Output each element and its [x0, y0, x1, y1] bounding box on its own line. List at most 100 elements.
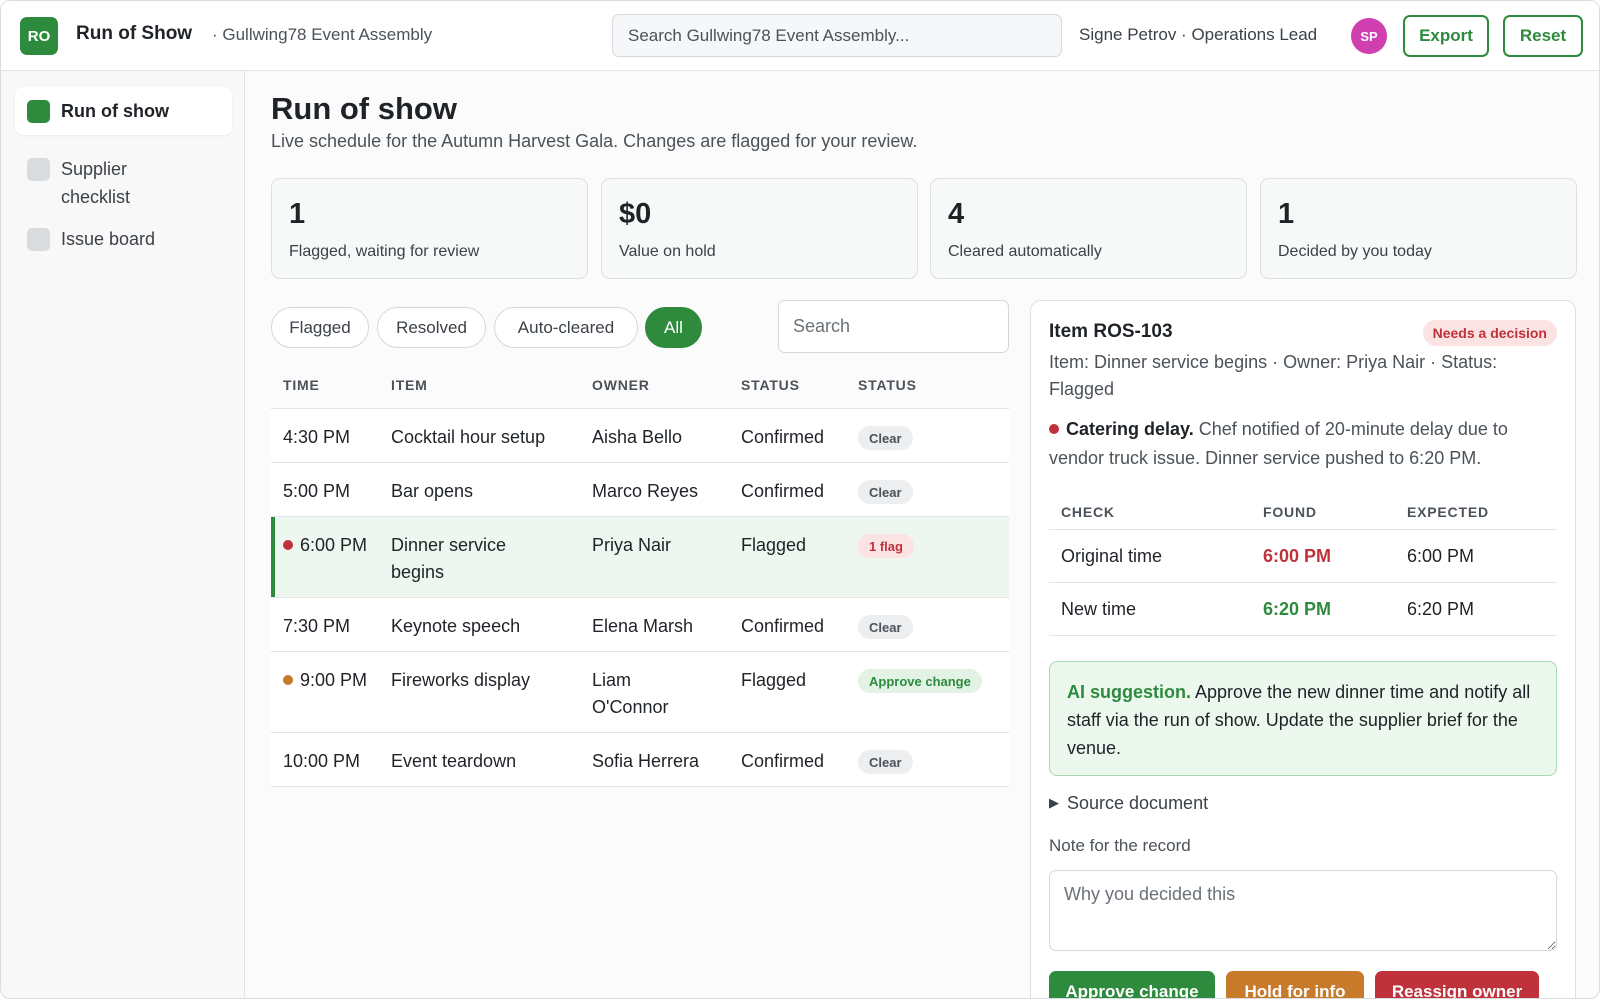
row-status: Flagged [741, 535, 807, 555]
reset-button[interactable]: Reset [1503, 15, 1583, 57]
source-document-label: Source document [1067, 793, 1209, 813]
filter-auto-cleared[interactable]: Auto-cleared [494, 307, 638, 348]
table-row[interactable]: 5:00 PM Bar opens Marco Reyes Confirmed … [271, 463, 1009, 517]
stat-card-cleared: 4 Cleared automatically [930, 178, 1247, 279]
filter-resolved[interactable]: Resolved [377, 307, 486, 348]
ai-suggestion-title: AI suggestion. [1067, 682, 1192, 702]
nav-square-icon [27, 100, 50, 123]
status-badge: 1 flag [858, 534, 914, 558]
column-header: OWNER [592, 377, 650, 393]
app-logo: RO [20, 17, 58, 55]
row-status: Confirmed [741, 481, 825, 501]
row-item: Fireworks display [391, 670, 531, 690]
row-owner: Priya Nair [592, 535, 672, 555]
row-status: Confirmed [741, 751, 825, 771]
app-window: RO Run of Show · Gullwing78 Event Assemb… [0, 0, 1600, 999]
stat-card-flagged: 1 Flagged, waiting for review [271, 178, 588, 279]
issue-note: Catering delay. Chef notified of 20-minu… [1049, 415, 1561, 473]
row-item: Keynote speech [391, 616, 521, 636]
nav-square-icon [27, 158, 50, 181]
row-owner: Sofia Herrera [592, 751, 700, 771]
sidebar-item-run-of-show[interactable]: Run of show [15, 87, 232, 135]
column-header: CHECK [1061, 504, 1115, 520]
decision-badge: Needs a decision [1422, 320, 1557, 346]
row-time: 7:30 PM [283, 616, 351, 636]
stat-value: 1 [289, 198, 306, 230]
check-expected: 6:20 PM [1407, 599, 1475, 619]
stat-label: Cleared automatically [948, 243, 1102, 260]
page-subtitle: Live schedule for the Autumn Harvest Gal… [271, 131, 918, 151]
row-item: Event teardown [391, 751, 517, 771]
caret-right-icon: ▶ [1049, 795, 1059, 810]
sidebar-item-label: Run of show [61, 101, 169, 121]
row-owner: Marco Reyes [592, 481, 699, 501]
page-title: Run of show [271, 91, 457, 126]
sidebar-item-label: Issue board [61, 229, 156, 249]
check-table: CHECK FOUND EXPECTED Original time 6:00 … [1049, 493, 1557, 636]
check-found: 6:00 PM [1263, 546, 1332, 566]
row-item: Dinner service begins [391, 535, 507, 582]
sidebar-item-issue-board[interactable]: Issue board [15, 215, 232, 263]
table-header: TIME ITEM OWNER STATUS STATUS [271, 364, 1009, 409]
filter-all[interactable]: All [645, 307, 702, 348]
hold-for-info-button[interactable]: Hold for info [1226, 971, 1364, 998]
issue-title: Catering delay. [1066, 419, 1194, 439]
source-document-toggle[interactable]: ▶ Source document [1049, 793, 1208, 814]
table-row[interactable]: 10:00 PM Event teardown Sofia Herrera Co… [271, 733, 1009, 787]
row-owner: Elena Marsh [592, 616, 694, 636]
note-label: Note for the record [1049, 836, 1191, 855]
column-header: STATUS [741, 377, 800, 393]
reassign-owner-button[interactable]: Reassign owner [1375, 971, 1539, 998]
column-header: EXPECTED [1407, 504, 1489, 520]
row-time-text: 9:00 PM [300, 670, 368, 690]
stat-label: Flagged, waiting for review [289, 243, 480, 260]
list-search-input[interactable] [778, 300, 1009, 353]
status-badge: Clear [858, 480, 913, 504]
flag-dot-icon [283, 540, 293, 550]
ai-suggestion: AI suggestion. Approve the new dinner ti… [1049, 661, 1557, 776]
stat-card-value-on-hold: $0 Value on hold [601, 178, 918, 279]
note-field[interactable] [1049, 870, 1557, 951]
row-item: Bar opens [391, 481, 474, 501]
user-name: Signe Petrov · Operations Lead [1079, 25, 1318, 44]
table-row[interactable]: 9:00 PM Fireworks display Liam O'Connor … [271, 652, 1009, 733]
check-row: Original time 6:00 PM 6:00 PM [1049, 530, 1557, 583]
status-badge: Clear [858, 750, 913, 774]
table-row-selected[interactable]: 6:00 PM Dinner service begins Priya Nair… [271, 517, 1009, 598]
sidebar-item-supplier-checklist[interactable]: Supplier checklist [15, 145, 232, 209]
detail-panel: Item ROS-103 Needs a decision Item: Dinn… [1030, 300, 1576, 998]
stat-value: 4 [948, 198, 965, 230]
top-bar: RO Run of Show · Gullwing78 Event Assemb… [1, 1, 1599, 71]
row-time: 4:30 PM [283, 427, 351, 447]
avatar[interactable]: SP [1351, 18, 1387, 54]
row-item: Cocktail hour setup [391, 427, 546, 447]
detail-meta: Item: Dinner service begins · Owner: Pri… [1049, 352, 1498, 399]
filter-flagged[interactable]: Flagged [271, 307, 369, 348]
alert-dot-icon [1049, 424, 1059, 434]
run-of-show-table: TIME ITEM OWNER STATUS STATUS 4:30 PM Co… [271, 364, 1009, 787]
column-header: ITEM [391, 377, 428, 393]
check-expected: 6:00 PM [1407, 546, 1475, 566]
global-search-input[interactable] [612, 14, 1062, 57]
column-header: TIME [283, 377, 320, 393]
stat-value: $0 [619, 198, 652, 230]
status-badge: Clear [858, 426, 913, 450]
row-status: Confirmed [741, 427, 825, 447]
row-time-text: 6:00 PM [300, 535, 368, 555]
nav-square-icon [27, 228, 50, 251]
check-name: Original time [1061, 546, 1163, 566]
row-time: 5:00 PM [283, 481, 351, 501]
row-owner: Aisha Bello [592, 427, 683, 447]
stat-card-decided: 1 Decided by you today [1260, 178, 1577, 279]
workspace-name: · Gullwing78 Event Assembly [212, 25, 433, 44]
app-title: Run of Show [76, 23, 193, 44]
stat-label: Decided by you today [1278, 243, 1432, 260]
detail-title: Item ROS-103 [1049, 321, 1173, 342]
approve-change-button[interactable]: Approve change [1049, 971, 1215, 998]
table-row[interactable]: 7:30 PM Keynote speech Elena Marsh Confi… [271, 598, 1009, 652]
stat-value: 1 [1278, 198, 1295, 230]
export-button[interactable]: Export [1403, 15, 1489, 57]
row-time: 6:00 PM [283, 532, 373, 559]
table-row[interactable]: 4:30 PM Cocktail hour setup Aisha Bello … [271, 409, 1009, 463]
column-header: FOUND [1263, 504, 1317, 520]
